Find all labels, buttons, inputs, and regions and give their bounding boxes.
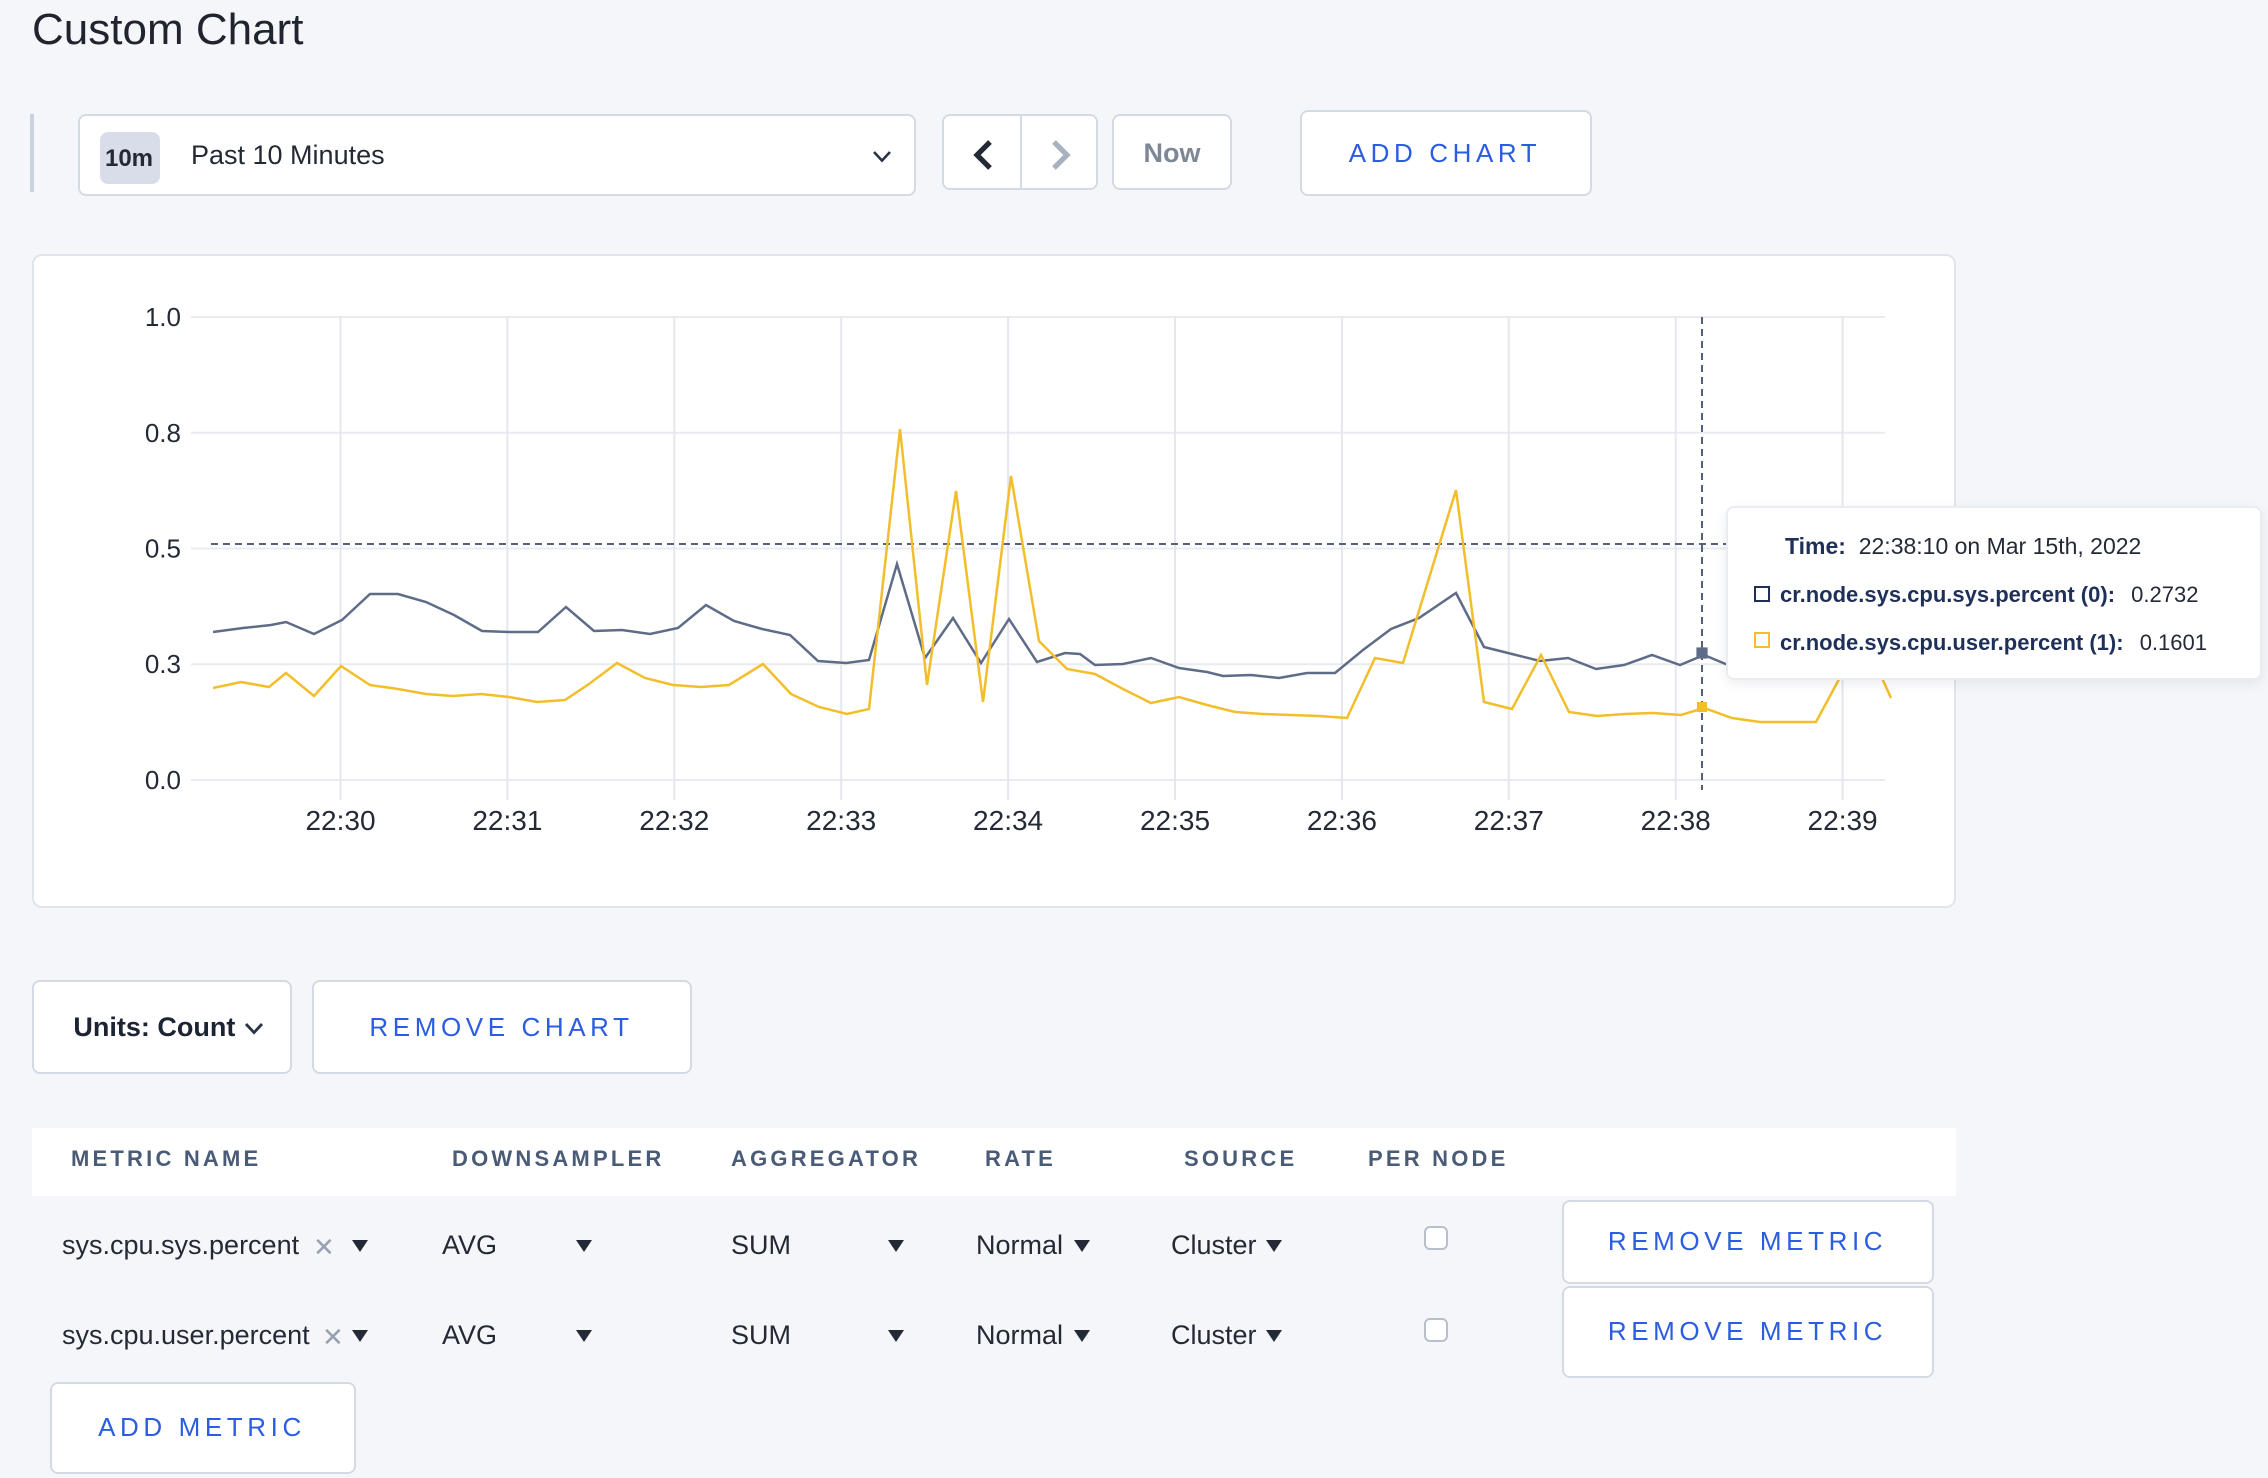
svg-text:22:37: 22:37 (1473, 804, 1543, 835)
svg-text:22:35: 22:35 (1139, 804, 1209, 835)
svg-text:22:38: 22:38 (1640, 804, 1710, 835)
svg-text:0.5: 0.5 (144, 533, 180, 563)
svg-text:1.0: 1.0 (144, 301, 180, 331)
svg-text:22:32: 22:32 (638, 804, 708, 835)
svg-text:22:39: 22:39 (1807, 804, 1877, 835)
svg-text:22:30: 22:30 (304, 804, 374, 835)
svg-text:0.0: 0.0 (144, 764, 180, 794)
svg-text:0.8: 0.8 (144, 417, 180, 447)
svg-text:22:31: 22:31 (471, 804, 541, 835)
svg-text:22:33: 22:33 (805, 804, 875, 835)
svg-text:22:34: 22:34 (972, 804, 1042, 835)
svg-text:0.3: 0.3 (144, 648, 180, 678)
svg-text:22:36: 22:36 (1306, 804, 1376, 835)
